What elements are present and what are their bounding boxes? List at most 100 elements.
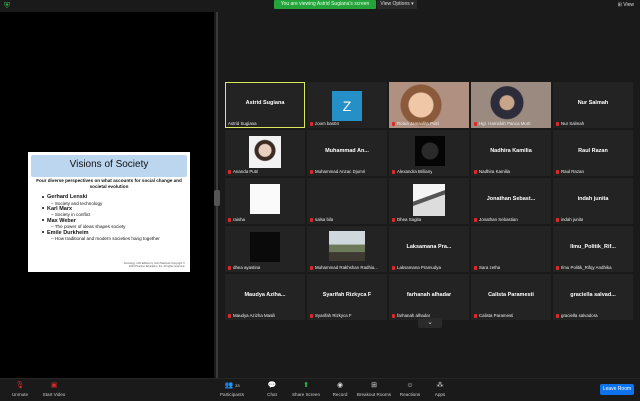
participant-tile[interactable]: raisha (225, 178, 305, 224)
slide-subtitle: Four diverse perspectives on what accoun… (36, 178, 182, 189)
participant-tile[interactable]: Syarifah Rizkyca F Syarifah Rizkyca F (307, 274, 387, 320)
mic-muted-icon (474, 217, 477, 222)
view-label: View (623, 2, 634, 8)
participant-display-name: Astrid Sugiana (245, 100, 285, 106)
participant-tile[interactable]: Ilmu_Politik_Rif... Ilmu Politik_Rifqy An… (553, 226, 633, 272)
participant-caption: indah junita (556, 217, 583, 222)
mic-muted-icon (310, 121, 313, 126)
participant-name: Laksamana Pramudya (397, 265, 441, 270)
participant-caption: Muhammad Rakhshan Radhia... (310, 265, 378, 270)
participant-name: Syarifah Rizkyca F (315, 313, 352, 318)
participant-tile[interactable]: Alexandra Briliany (389, 130, 469, 176)
participant-tile[interactable]: Hgr. Hamidah Panca Murti (471, 82, 551, 128)
avatar: Z (332, 91, 362, 121)
participant-tile[interactable]: dhea ayastina (225, 226, 305, 272)
participant-tile[interactable]: Astrid Sugiana Astrid Sugiana (225, 82, 305, 128)
participant-display-name: Nur Salmah (577, 100, 609, 106)
participant-caption: zoom bas04 (310, 121, 339, 126)
participant-caption: Jonathan Sebastian (474, 217, 518, 222)
meeting-toolbar: 🎙 Unmute ▣ Start Video 👥 33 Participants… (0, 378, 640, 400)
participant-name: zoom bas04 (315, 121, 339, 126)
slide-title: Visions of Society (69, 159, 149, 170)
participant-photo (250, 184, 280, 214)
participant-caption: Ananda Putri (228, 169, 258, 174)
participant-display-name: Calista Paramesti (488, 292, 534, 298)
participant-tile[interactable]: Laksamana Pra... Laksamana Pramudya (389, 226, 469, 272)
mic-muted-icon (392, 313, 395, 318)
participant-name: graciella salvadora (561, 313, 598, 318)
participant-name: salsa bila (315, 217, 334, 222)
mic-muted-icon (310, 169, 313, 174)
view-button[interactable]: ⊞ View (618, 2, 634, 8)
participant-display-name: Ilmu_Politik_Rif... (570, 244, 616, 250)
participant-display-name: Laksamana Pra... (406, 244, 452, 250)
participant-display-name: graciella salvad... (570, 292, 616, 298)
participant-caption: Calista Paramesti (474, 313, 513, 318)
mic-muted-icon (228, 265, 231, 270)
participant-caption: Maudya Azizha Masili (228, 313, 275, 318)
participant-caption: Raul Razan (556, 169, 584, 174)
participant-tile[interactable]: Jonathan Sebast... Jonathan Sebastian (471, 178, 551, 224)
shield-icon[interactable]: ⛨ (4, 2, 12, 10)
participant-name: Astrid Sugiana (228, 121, 257, 126)
participant-caption: Nur Salmah (556, 121, 584, 126)
participant-tile[interactable]: Nur Salmah Nur Salmah (553, 82, 633, 128)
participant-caption: Nadhira Kamilia (474, 169, 510, 174)
slide-list: Gerhard Lenski – Society and technology … (42, 194, 187, 242)
participant-tile[interactable]: Dhea Sagita (389, 178, 469, 224)
mic-muted-icon (392, 265, 395, 270)
participant-caption: Rotua Jamaulita Putri (392, 121, 439, 126)
participant-tile[interactable]: Rotua Jamaulita Putri (389, 82, 469, 128)
drag-handle[interactable] (214, 190, 220, 206)
participant-tile[interactable]: Sara zetha (471, 226, 551, 272)
participant-name: Rotua Jamaulita Putri (397, 121, 439, 126)
participant-name: Alexandra Briliany (397, 169, 433, 174)
participant-tile[interactable]: graciella salvad... graciella salvadora (553, 274, 633, 320)
participants-button[interactable]: 👥 33 Participants (212, 381, 252, 401)
participant-caption: Alexandra Briliany (392, 169, 432, 174)
participant-photo (249, 136, 281, 168)
participant-tile[interactable]: Calista Paramesti Calista Paramesti (471, 274, 551, 320)
mic-muted-icon (310, 313, 313, 318)
apps-button[interactable]: ⁂ Apps (420, 381, 460, 401)
leave-room-button[interactable]: Leave Room (600, 384, 634, 395)
view-options-button[interactable]: View Options ▾ (377, 0, 417, 9)
participant-name: raisha (233, 217, 245, 222)
mic-muted-icon (556, 265, 559, 270)
participant-display-name: Maudya Aziha... (244, 292, 286, 298)
participant-tile[interactable]: Muhammad An... Muhammad Anzac Djumri (307, 130, 387, 176)
participant-caption: Astrid Sugiana (228, 121, 257, 126)
participant-tile[interactable]: Zzoom bas04 (307, 82, 387, 128)
participant-photo (329, 231, 365, 261)
participants-icon: 👥 33 (224, 382, 240, 389)
mic-muted-icon (474, 265, 477, 270)
start-video-button[interactable]: ▣ Start Video (34, 381, 74, 401)
participant-tile[interactable]: Maudya Aziha... Maudya Azizha Masili (225, 274, 305, 320)
slide-footer: Sociology, 11th Edition by John Macionis… (123, 262, 185, 269)
mic-muted-icon (228, 313, 231, 318)
top-bar: ⛨ You are viewing Astrid Sugiana's scree… (0, 0, 640, 12)
participant-tile[interactable]: farhanah alhadar farhanah alhadar (389, 274, 469, 320)
mic-muted-icon (474, 169, 477, 174)
chevron-down-icon[interactable]: ⌄ (418, 318, 442, 328)
participant-tile[interactable]: indah junita indah junita (553, 178, 633, 224)
participant-display-name: Jonathan Sebast... (486, 196, 536, 202)
participant-tile[interactable]: Raul Razan Raul Razan (553, 130, 633, 176)
slide-canvas: Visions of Society Four diverse perspect… (28, 152, 190, 272)
participant-caption: Sara zetha (474, 265, 500, 270)
participant-name: Muhammad Anzac Djumri (315, 169, 366, 174)
participant-name: Maudya Azizha Masili (233, 313, 276, 318)
participant-tile[interactable]: Ananda Putri (225, 130, 305, 176)
participant-caption: graciella salvadora (556, 313, 598, 318)
participant-photo (413, 184, 445, 216)
participant-caption: Dhea Sagita (392, 217, 421, 222)
breakout-rooms-button[interactable]: ⊞ Breakout Rooms (354, 381, 394, 401)
participant-tile[interactable]: Muhammad Rakhshan Radhia... (307, 226, 387, 272)
participant-name: Nadhira Kamilia (479, 169, 510, 174)
participant-display-name: Nadhira Kamilia (490, 148, 532, 154)
participant-name: dhea ayastina (233, 265, 261, 270)
view-options-label: View Options (380, 1, 410, 7)
participant-tile[interactable]: salsa bila (307, 178, 387, 224)
participant-display-name: indah junita (577, 196, 609, 202)
participant-tile[interactable]: Nadhira Kamilia Nadhira Kamilia (471, 130, 551, 176)
